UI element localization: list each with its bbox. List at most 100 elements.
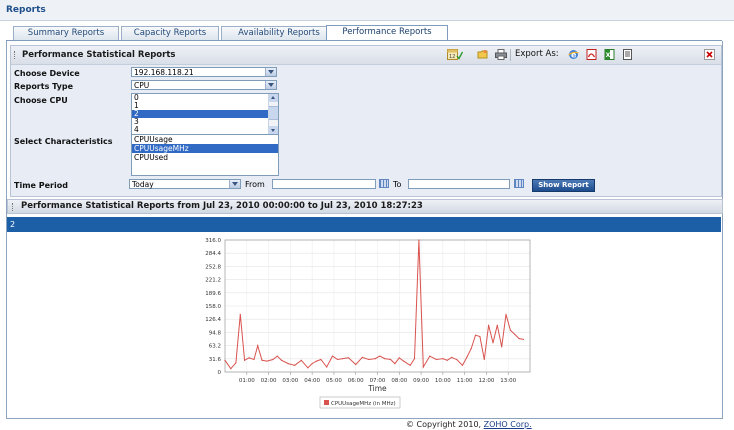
- cpu-option[interactable]: 0: [132, 94, 278, 102]
- y-tick-label: 0: [218, 370, 222, 376]
- data-point: [320, 358, 322, 361]
- time-period-select[interactable]: Today: [129, 179, 241, 189]
- x-tick-label: 01:00: [239, 378, 255, 384]
- data-point: [224, 359, 226, 361]
- data-point: [492, 342, 494, 344]
- data-point: [488, 324, 490, 326]
- device-select[interactable]: 192.168.118.21: [131, 67, 277, 77]
- scroll-thumb[interactable]: [269, 106, 278, 120]
- data-point: [331, 355, 334, 357]
- data-point: [235, 362, 237, 364]
- to-label: To: [393, 180, 402, 189]
- to-date-input[interactable]: [408, 179, 510, 189]
- data-point: [403, 360, 405, 362]
- print-icon[interactable]: [495, 49, 507, 60]
- data-point: [509, 329, 511, 331]
- data-point: [347, 357, 350, 359]
- show-report-button[interactable]: Show Report: [532, 179, 595, 192]
- pdf-export-icon[interactable]: [586, 49, 597, 60]
- data-point: [483, 358, 485, 361]
- x-tick-label: 13:00: [500, 378, 516, 384]
- y-tick-label: 63.2: [209, 344, 221, 350]
- cpu-option[interactable]: 1: [132, 102, 278, 110]
- svg-text:12: 12: [449, 54, 455, 60]
- characteristic-option[interactable]: CPUUsed: [132, 153, 278, 162]
- panel-header: Performance Statistical Reports 12 Expor…: [11, 46, 721, 65]
- company-link[interactable]: ZOHO Corp.: [484, 420, 532, 429]
- data-point: [505, 313, 507, 315]
- data-point: [466, 356, 468, 358]
- data-point: [435, 358, 437, 361]
- data-point: [413, 358, 416, 360]
- characteristics-listbox[interactable]: CPUUsage CPUUsageMHz CPUUsed: [131, 134, 279, 176]
- tab-summary-reports[interactable]: Summary Reports: [13, 26, 119, 40]
- data-point: [389, 358, 392, 361]
- tab-capacity-reports[interactable]: Capacity Reports: [121, 26, 219, 40]
- csv-export-icon[interactable]: [622, 49, 633, 60]
- scroll-up-icon[interactable]: [269, 94, 278, 102]
- data-point: [311, 363, 313, 365]
- data-point: [287, 363, 289, 365]
- svg-text:X: X: [606, 52, 611, 59]
- data-point: [257, 345, 259, 347]
- scroll-down-icon[interactable]: [269, 126, 278, 134]
- cpu-option[interactable]: 4: [132, 126, 278, 134]
- calendar-icon[interactable]: [379, 179, 389, 188]
- chevron-down-icon[interactable]: [265, 81, 276, 89]
- cpu-listbox[interactable]: 0 1 2 3 4: [131, 93, 279, 135]
- ie-export-icon[interactable]: e: [568, 49, 579, 60]
- data-point: [429, 355, 431, 357]
- data-point: [239, 313, 241, 315]
- chart-background: [190, 234, 540, 414]
- cpu-header-label: 2: [10, 220, 16, 229]
- from-date-input[interactable]: [272, 179, 376, 189]
- tab-performance-reports[interactable]: Performance Reports: [326, 25, 448, 41]
- from-label: From: [245, 180, 265, 189]
- y-tick-label: 94.8: [209, 330, 222, 336]
- cpu-option-selected[interactable]: 2: [132, 110, 278, 118]
- characteristics-label: Select Characteristics: [14, 137, 113, 146]
- y-tick-label: 221.2: [205, 278, 221, 284]
- y-tick-label: 189.6: [205, 291, 221, 297]
- x-tick-label: 06:00: [348, 378, 364, 384]
- reports-type-label: Reports Type: [14, 82, 73, 91]
- time-period-value: Today: [132, 180, 154, 189]
- page-title: Reports: [6, 5, 46, 15]
- toolbar-separator: [510, 49, 511, 61]
- data-point: [355, 363, 357, 366]
- x-tick-label: 12:00: [478, 378, 494, 384]
- characteristic-option-selected[interactable]: CPUUsageMHz: [132, 144, 278, 153]
- reports-type-value: CPU: [134, 81, 150, 90]
- cpu-label: Choose CPU: [14, 96, 68, 105]
- characteristic-option[interactable]: CPUUsage: [132, 135, 278, 144]
- tab-availability-reports[interactable]: Availability Reports: [221, 26, 337, 40]
- reports-type-select[interactable]: CPU: [131, 80, 277, 90]
- device-select-value: 192.168.118.21: [134, 68, 194, 77]
- excel-export-icon[interactable]: X: [604, 49, 615, 60]
- chevron-down-icon[interactable]: [229, 180, 240, 188]
- y-tick-label: 126.4: [205, 317, 221, 323]
- data-point: [336, 358, 339, 361]
- folder-icon[interactable]: [477, 49, 488, 60]
- top-bar: Reports: [0, 0, 734, 21]
- chevron-down-icon[interactable]: [265, 68, 276, 76]
- cpu-option[interactable]: 3: [132, 118, 278, 126]
- time-period-label: Time Period: [14, 181, 68, 190]
- results-title: Performance Statistical Reports from Jul…: [21, 201, 423, 211]
- cpu-listbox-scrollbar[interactable]: [268, 94, 278, 134]
- data-point: [266, 360, 268, 362]
- schedule-icon[interactable]: 12: [447, 49, 464, 60]
- data-point: [244, 359, 246, 361]
- y-tick-label: 31.6: [209, 357, 222, 363]
- data-point: [442, 358, 444, 360]
- data-point: [398, 357, 400, 359]
- data-point: [272, 358, 274, 361]
- copyright-text: © Copyright 2010,: [406, 420, 482, 429]
- data-point: [384, 358, 386, 360]
- legend-swatch: [324, 400, 329, 405]
- panel-title: Performance Statistical Reports: [22, 50, 176, 60]
- data-point: [501, 346, 503, 348]
- calendar-icon[interactable]: [514, 179, 524, 188]
- close-icon[interactable]: [704, 49, 715, 60]
- x-tick-label: 05:00: [326, 378, 342, 384]
